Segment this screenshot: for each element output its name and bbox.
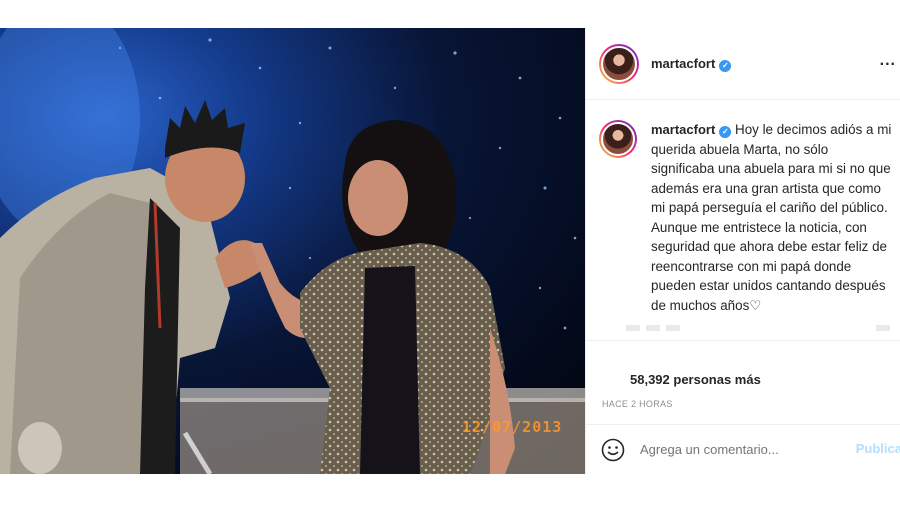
caption-username-text: martacfort bbox=[651, 122, 716, 137]
emoji-icon[interactable] bbox=[600, 437, 626, 463]
post-caption: martacfort ✓ Hoy le decimos adiós a mi qu… bbox=[599, 120, 899, 315]
caption-avatar[interactable] bbox=[599, 120, 637, 158]
caption-username[interactable]: martacfort ✓ bbox=[651, 122, 732, 138]
post-photo[interactable]: 12/07/2013 bbox=[0, 28, 585, 474]
post-header: martacfort ✓ ... bbox=[586, 28, 900, 100]
author-username[interactable]: martacfort ✓ bbox=[651, 55, 732, 72]
author-avatar[interactable] bbox=[599, 43, 639, 84]
publish-comment-button[interactable]: Publicar bbox=[856, 441, 900, 456]
avatar-image bbox=[601, 45, 637, 82]
post-timestamp[interactable]: HACE 2 HORAS bbox=[602, 399, 673, 409]
instagram-post: 12/07/2013 martacfort ✓ ... martacfort ✓ H… bbox=[0, 28, 900, 474]
likes-count[interactable]: 58,392 personas más bbox=[630, 372, 761, 387]
photo-scene bbox=[0, 28, 585, 474]
verified-badge-icon: ✓ bbox=[719, 59, 732, 72]
caption-body: martacfort ✓ Hoy le decimos adiós a mi qu… bbox=[651, 120, 895, 315]
author-username-text: martacfort bbox=[651, 55, 716, 71]
post-side-panel: martacfort ✓ ... martacfort ✓ Hoy le decim… bbox=[585, 28, 900, 474]
emoji-icon-graphic bbox=[601, 438, 625, 461]
verified-badge-icon: ✓ bbox=[719, 126, 732, 138]
caption-text: Hoy le decimos adiós a mi querida abuela… bbox=[651, 122, 892, 313]
action-bar-ghost-shapes bbox=[626, 325, 890, 331]
comment-bar: Publicar bbox=[586, 424, 900, 474]
more-options-icon[interactable]: ... bbox=[880, 52, 896, 70]
divider bbox=[586, 340, 900, 352]
action-bar-ghost bbox=[626, 320, 896, 331]
photo-date-stamp: 12/07/2013 bbox=[462, 418, 563, 436]
avatar-image bbox=[601, 122, 635, 156]
comment-input[interactable] bbox=[640, 442, 830, 457]
